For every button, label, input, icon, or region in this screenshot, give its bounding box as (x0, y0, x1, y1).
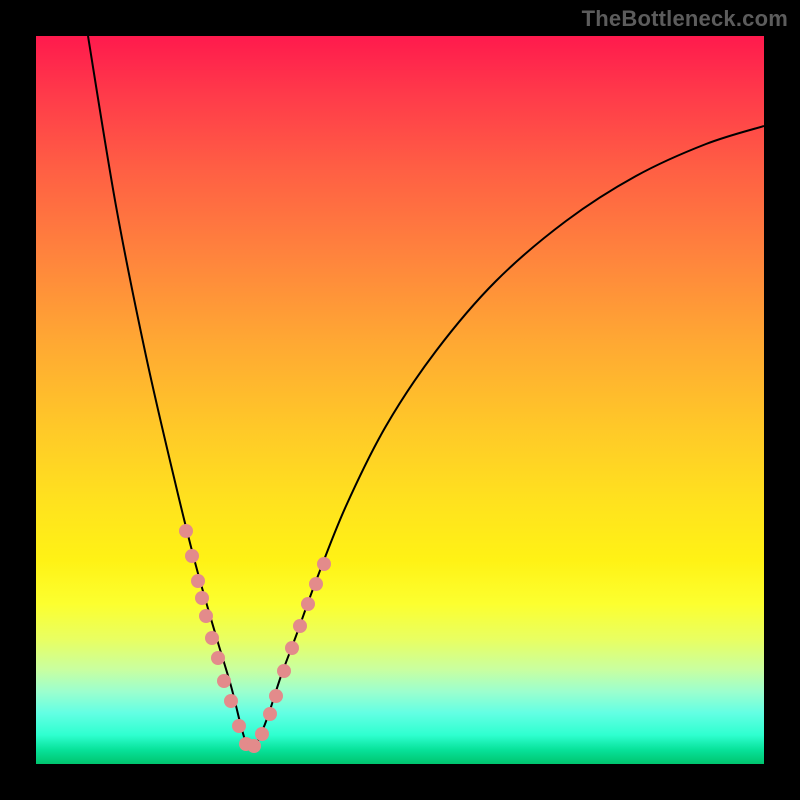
marker-dot (269, 689, 283, 703)
marker-dot (263, 707, 277, 721)
marker-dot (232, 719, 246, 733)
marker-dot (277, 664, 291, 678)
marker-dot (309, 577, 323, 591)
marker-dot (199, 609, 213, 623)
marker-dot (301, 597, 315, 611)
marker-group (179, 524, 331, 753)
marker-dot (191, 574, 205, 588)
marker-dot (185, 549, 199, 563)
marker-dot (247, 739, 261, 753)
plot-area (36, 36, 764, 764)
watermark-text: TheBottleneck.com (582, 6, 788, 32)
marker-dot (224, 694, 238, 708)
marker-dot (205, 631, 219, 645)
marker-dot (179, 524, 193, 538)
bottleneck-curve (88, 36, 764, 750)
marker-dot (195, 591, 209, 605)
marker-dot (211, 651, 225, 665)
outer-frame: TheBottleneck.com (0, 0, 800, 800)
marker-dot (285, 641, 299, 655)
marker-dot (255, 727, 269, 741)
chart-svg (36, 36, 764, 764)
marker-dot (293, 619, 307, 633)
marker-dot (217, 674, 231, 688)
marker-dot (317, 557, 331, 571)
